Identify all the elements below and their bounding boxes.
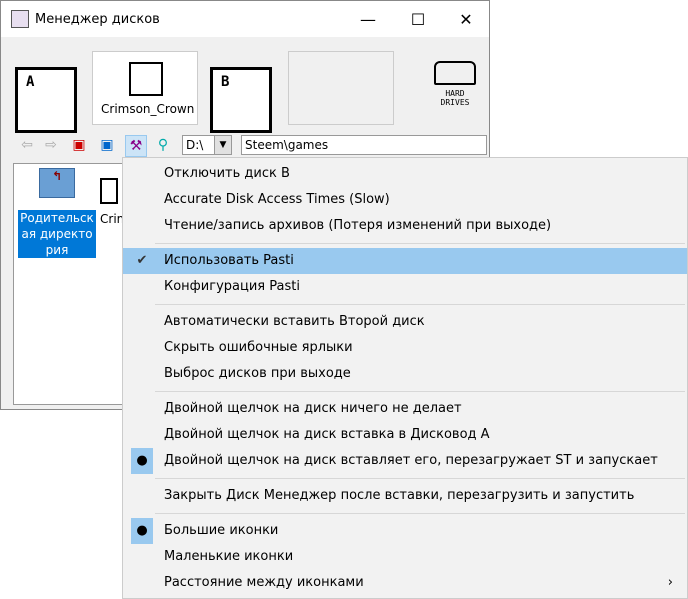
app-icon <box>11 10 29 28</box>
up-folder-icon[interactable]: ▣ <box>97 135 117 155</box>
disk-file-icon <box>100 178 118 204</box>
menu-item[interactable]: Выброс дисков при выходе <box>123 361 687 387</box>
menu-item[interactable]: Accurate Disk Access Times (Slow) <box>123 187 687 213</box>
menu-item[interactable]: ● Большие иконки <box>123 518 687 544</box>
search-disk-icon[interactable]: ⚲ <box>153 135 173 155</box>
file-item-parent[interactable]: ↰ Родительская директория <box>18 168 96 258</box>
menu-item[interactable]: Автоматически вставить Второй диск <box>123 309 687 335</box>
menu-item-label: Большие иконки <box>164 523 279 538</box>
home-folder-icon[interactable]: ▣ <box>69 135 89 155</box>
tools-icon[interactable]: ⚒ <box>125 135 147 157</box>
menu-item[interactable]: ● Двойной щелчок на диск вставляет его, п… <box>123 448 687 474</box>
menu-item[interactable]: Расстояние между иконками › <box>123 570 687 596</box>
drive-select-value: D:\ <box>186 138 204 152</box>
drive-b-letter: B <box>221 74 230 90</box>
back-arrow-icon[interactable]: ⇦ <box>17 135 37 155</box>
context-menu: Отключить диск B Accurate Disk Access Tim… <box>122 157 688 599</box>
menu-item-label: Закрыть Диск Менеджер после вставки, пер… <box>164 488 635 503</box>
menu-item-label: Расстояние между иконками <box>164 575 364 590</box>
forward-arrow-icon[interactable]: ⇨ <box>41 135 61 155</box>
disk-icon <box>129 62 163 96</box>
menu-item-label: Отключить диск B <box>164 166 290 181</box>
menu-item[interactable]: Конфигурация Pasti <box>123 274 687 300</box>
menu-item[interactable]: Маленькие иконки <box>123 544 687 570</box>
menu-item-label: Автоматически вставить Второй диск <box>164 314 425 329</box>
menu-item-label: Использовать Pasti <box>164 253 294 268</box>
menu-separator <box>155 243 685 244</box>
drive-a-letter: A <box>26 74 35 90</box>
menu-separator <box>155 391 685 392</box>
chevron-down-icon[interactable]: ▼ <box>214 136 231 154</box>
menu-item-label: Маленькие иконки <box>164 549 294 564</box>
menu-item-label: Accurate Disk Access Times (Slow) <box>164 192 390 207</box>
radio-bullet-icon: ● <box>131 518 153 544</box>
menu-item[interactable]: Двойной щелчок на диск ничего не делает <box>123 396 687 422</box>
menu-item[interactable]: Закрыть Диск Менеджер после вставки, пер… <box>123 483 687 509</box>
hard-drives-button[interactable]: HARD DRIVES <box>431 61 479 113</box>
maximize-button[interactable]: ☐ <box>395 1 441 37</box>
drive-b-slot[interactable] <box>288 51 394 125</box>
chevron-right-icon: › <box>667 575 673 590</box>
menu-item[interactable]: Отключить диск B <box>123 161 687 187</box>
menu-item-label: Двойной щелчок на диск вставка в Дисково… <box>164 427 490 442</box>
menu-item[interactable]: ✔ Использовать Pasti <box>123 248 687 274</box>
hard-drives-label: HARD DRIVES <box>440 89 470 107</box>
menu-separator <box>155 304 685 305</box>
radio-bullet-icon: ● <box>131 448 153 474</box>
menu-item[interactable]: Двойной щелчок на диск вставка в Дисково… <box>123 422 687 448</box>
parent-folder-icon: ↰ <box>39 168 75 198</box>
drive-select[interactable]: D:\ ▼ <box>182 135 232 155</box>
minimize-button[interactable]: — <box>345 1 391 37</box>
hard-drive-icon <box>434 61 476 85</box>
menu-item[interactable]: Скрыть ошибочные ярлыки <box>123 335 687 361</box>
drive-b-icon[interactable]: B <box>210 67 272 133</box>
window-title: Менеджер дисков <box>35 11 160 27</box>
title-bar: Менеджер дисков — ☐ ✕ <box>1 1 489 37</box>
file-item-label: Родительская директория <box>18 210 96 258</box>
checkmark-icon: ✔ <box>136 253 148 268</box>
menu-item-label: Выброс дисков при выходе <box>164 366 351 381</box>
menu-item-label: Двойной щелчок на диск вставляет его, пе… <box>164 453 658 468</box>
path-input[interactable]: Steem\games <box>241 135 487 155</box>
drive-a-icon[interactable]: A <box>15 67 77 133</box>
close-button[interactable]: ✕ <box>443 1 489 37</box>
menu-separator <box>155 478 685 479</box>
menu-item-label: Конфигурация Pasti <box>164 279 300 294</box>
menu-item[interactable]: Чтение/запись архивов (Потеря изменений … <box>123 213 687 239</box>
menu-item-label: Чтение/запись архивов (Потеря изменений … <box>164 218 552 233</box>
menu-item-label: Скрыть ошибочные ярлыки <box>164 340 353 355</box>
drive-a-slot[interactable]: Crimson_Crown <box>92 51 198 125</box>
drive-a-disk-name: Crimson_Crown <box>101 102 195 116</box>
menu-separator <box>155 513 685 514</box>
menu-item-label: Двойной щелчок на диск ничего не делает <box>164 401 462 416</box>
